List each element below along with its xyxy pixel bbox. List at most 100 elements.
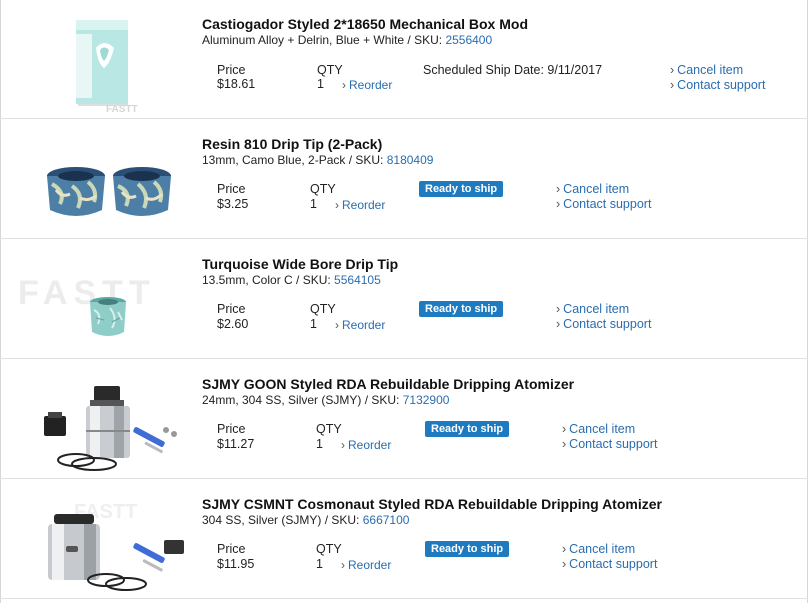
product-title[interactable]: Resin 810 Drip Tip (2-Pack): [202, 136, 382, 152]
reorder-link[interactable]: › Reorder: [342, 78, 392, 92]
spec-text: 304 SS, Silver (SJMY) / SKU:: [202, 513, 363, 527]
price-label: Price: [217, 182, 246, 196]
spec-text: Aluminum Alloy + Delrin, Blue + White / …: [202, 33, 446, 47]
svg-text:FASTT: FASTT: [18, 274, 156, 312]
chevron-right-icon: ›: [342, 78, 346, 92]
divider: [0, 238, 808, 239]
price-value: $11.27: [217, 437, 255, 451]
cancel-item-link[interactable]: › Cancel item: [562, 422, 635, 436]
chevron-right-icon: ›: [341, 558, 345, 572]
chevron-right-icon: ›: [335, 198, 339, 212]
chevron-right-icon: ›: [562, 422, 567, 436]
sku-link[interactable]: 2556400: [445, 33, 492, 47]
chevron-right-icon: ›: [556, 182, 561, 196]
status-badge: Ready to ship: [425, 541, 510, 557]
cancel-label: Cancel item: [569, 422, 636, 436]
divider: [0, 358, 808, 359]
chevron-right-icon: ›: [556, 302, 561, 316]
order-item: SJMY GOON Styled RDA Rebuildable Drippin…: [0, 360, 808, 480]
divider: [0, 598, 808, 599]
qty-label: QTY: [310, 182, 336, 196]
chevron-right-icon: ›: [556, 317, 561, 331]
product-image[interactable]: FASTT: [14, 488, 194, 596]
cancel-item-link[interactable]: › Cancel item: [562, 542, 635, 556]
contact-label: Contact support: [563, 317, 652, 331]
product-image[interactable]: FASTT: [14, 8, 194, 116]
turquoise-drip-tip-image: FASTT: [18, 274, 156, 336]
price-value: $3.25: [217, 197, 249, 211]
price-label: Price: [217, 422, 246, 436]
product-spec: Aluminum Alloy + Delrin, Blue + White / …: [202, 33, 492, 47]
cancel-item-link[interactable]: › Cancel item: [556, 182, 629, 196]
cancel-label: Cancel item: [677, 63, 744, 77]
reorder-label: Reorder: [342, 198, 386, 212]
contact-label: Contact support: [563, 197, 652, 211]
product-spec: 304 SS, Silver (SJMY) / SKU: 6667100: [202, 513, 409, 527]
divider: [0, 118, 808, 119]
qty-value: 1: [310, 197, 317, 211]
status-badge: Ready to ship: [425, 421, 510, 437]
rda-atomizer-image: FASTT: [48, 501, 184, 591]
reorder-link[interactable]: › Reorder: [341, 558, 391, 572]
product-title[interactable]: SJMY GOON Styled RDA Rebuildable Drippin…: [202, 376, 574, 392]
product-image[interactable]: [14, 128, 194, 236]
qty-value: 1: [310, 317, 317, 331]
reorder-link[interactable]: › Reorder: [335, 198, 385, 212]
price-label: Price: [217, 63, 246, 77]
status-badge: Ready to ship: [419, 301, 504, 317]
rda-atomizer-image: [44, 386, 177, 471]
order-item: FASTT Castiogador Styled 2*18650 Mechani…: [0, 0, 808, 120]
cancel-item-link[interactable]: › Cancel item: [556, 302, 629, 316]
order-item: FASTT SJMY CSMNT Cosmonaut Styled RDA Re…: [0, 480, 808, 600]
qty-label: QTY: [316, 422, 342, 436]
divider: [0, 478, 808, 479]
price-value: $11.95: [217, 557, 255, 571]
reorder-label: Reorder: [349, 78, 393, 92]
product-title[interactable]: Turquoise Wide Bore Drip Tip: [202, 256, 398, 272]
chevron-right-icon: ›: [670, 63, 675, 77]
product-title[interactable]: Castiogador Styled 2*18650 Mechanical Bo…: [202, 16, 528, 32]
contact-support-link[interactable]: › Contact support: [562, 437, 657, 451]
chevron-right-icon: ›: [335, 318, 339, 332]
contact-support-link[interactable]: › Contact support: [556, 317, 651, 331]
reorder-link[interactable]: › Reorder: [335, 318, 385, 332]
sku-link[interactable]: 6667100: [363, 513, 410, 527]
chevron-right-icon: ›: [562, 542, 567, 556]
reorder-label: Reorder: [342, 318, 386, 332]
cancel-label: Cancel item: [563, 302, 630, 316]
price-label: Price: [217, 302, 246, 316]
product-title[interactable]: SJMY CSMNT Cosmonaut Styled RDA Rebuilda…: [202, 496, 662, 512]
order-item: Resin 810 Drip Tip (2-Pack) 13mm, Camo B…: [0, 120, 808, 240]
qty-value: 1: [317, 77, 324, 91]
spec-text: 13.5mm, Color C / SKU:: [202, 273, 335, 287]
product-image[interactable]: FASTT: [14, 248, 194, 356]
qty-label: QTY: [316, 542, 342, 556]
qty-value: 1: [316, 557, 323, 571]
contact-support-link[interactable]: › Contact support: [562, 557, 657, 571]
product-spec: 13.5mm, Color C / SKU: 5564105: [202, 273, 381, 287]
contact-support-link[interactable]: › Contact support: [670, 78, 765, 92]
sku-link[interactable]: 7132900: [403, 393, 450, 407]
spec-text: 13mm, Camo Blue, 2-Pack / SKU:: [202, 153, 387, 167]
price-label: Price: [217, 542, 246, 556]
contact-label: Contact support: [569, 557, 658, 571]
chevron-right-icon: ›: [670, 78, 675, 92]
reorder-link[interactable]: › Reorder: [341, 438, 391, 452]
sku-link[interactable]: 5564105: [334, 273, 381, 287]
product-image[interactable]: [14, 368, 194, 476]
sku-link[interactable]: 8180409: [387, 153, 434, 167]
chevron-right-icon: ›: [562, 557, 567, 571]
qty-value: 1: [316, 437, 323, 451]
drip-tip-pair-image: [47, 167, 171, 216]
contact-label: Contact support: [677, 78, 766, 92]
ship-date: Scheduled Ship Date: 9/11/2017: [423, 63, 603, 77]
reorder-label: Reorder: [348, 558, 392, 572]
svg-text:FASTT: FASTT: [106, 104, 138, 115]
contact-support-link[interactable]: › Contact support: [556, 197, 651, 211]
product-spec: 13mm, Camo Blue, 2-Pack / SKU: 8180409: [202, 153, 433, 167]
price-value: $18.61: [217, 77, 256, 91]
cancel-item-link[interactable]: › Cancel item: [670, 63, 743, 77]
chevron-right-icon: ›: [341, 438, 345, 452]
product-spec: 24mm, 304 SS, Silver (SJMY) / SKU: 71329…: [202, 393, 449, 407]
chevron-right-icon: ›: [562, 437, 567, 451]
